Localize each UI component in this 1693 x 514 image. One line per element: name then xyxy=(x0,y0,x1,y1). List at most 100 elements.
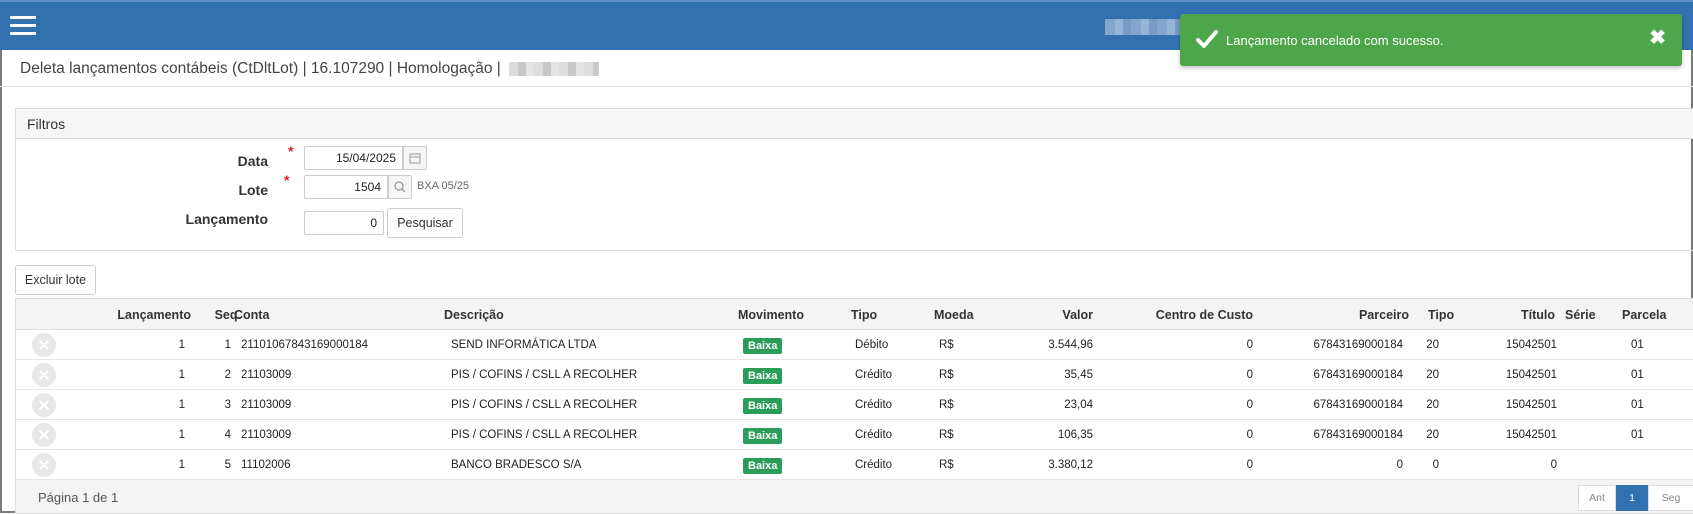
grid-footer: Página 1 de 1 Ant 1 Seg xyxy=(16,480,1693,514)
cell-tipo: Débito xyxy=(855,339,889,351)
hamburger-icon[interactable] xyxy=(10,16,38,38)
cell-titulo: 15042501 xyxy=(1505,399,1557,411)
success-toast: Lançamento cancelado com sucesso. ✖ xyxy=(1180,14,1682,66)
page-1-button[interactable]: 1 xyxy=(1616,485,1648,511)
delete-row-icon[interactable] xyxy=(32,333,56,357)
cell-seq: 1 xyxy=(224,339,231,351)
grid-header: Lançamento Seq. Conta Descrição Moviment… xyxy=(16,299,1693,330)
cell-tipo: Crédito xyxy=(855,429,893,441)
cell-titulo: 15042501 xyxy=(1505,339,1557,351)
col-tipo-parceiro: Tipo xyxy=(1428,308,1455,322)
delete-batch-button[interactable]: Excluir lote xyxy=(15,265,96,295)
required-mark: * xyxy=(288,143,294,159)
search-button[interactable]: Pesquisar xyxy=(387,208,463,238)
date-input[interactable] xyxy=(304,146,403,170)
col-tipo: Tipo xyxy=(851,308,878,322)
cell-seq: 2 xyxy=(224,369,231,381)
cell-parcela: 01 xyxy=(1631,339,1644,351)
col-conta: Conta xyxy=(234,308,270,322)
col-valor: Valor xyxy=(1062,308,1093,322)
cell-valor: 3.544,96 xyxy=(1048,339,1093,351)
cell-tipo-parceiro: 20 xyxy=(1426,429,1439,441)
table-row: 1 4 21103009 PIS / COFINS / CSLL A RECOL… xyxy=(16,420,1693,450)
cell-centro-custo: 0 xyxy=(1246,399,1253,411)
cell-centro-custo: 0 xyxy=(1246,459,1253,471)
cell-lancamento: 1 xyxy=(178,399,185,411)
cell-lancamento: 1 xyxy=(178,459,185,471)
cell-descricao: PIS / COFINS / CSLL A RECOLHER xyxy=(451,399,638,411)
cell-lancamento: 1 xyxy=(178,429,185,441)
filters-panel: Filtros xyxy=(15,108,1693,251)
cell-seq: 3 xyxy=(224,399,231,411)
table-row: 1 1 21101067843169000184 SEND INFORMÁTIC… xyxy=(16,330,1693,360)
col-movimento: Movimento xyxy=(738,308,804,322)
cell-tipo: Crédito xyxy=(855,369,893,381)
prev-page-button[interactable]: Ant xyxy=(1578,485,1616,511)
cell-parceiro: 0 xyxy=(1396,459,1403,471)
cell-descricao: SEND INFORMÁTICA LTDA xyxy=(451,339,597,351)
cell-parcela: 01 xyxy=(1631,429,1644,441)
close-icon[interactable]: ✖ xyxy=(1649,28,1666,48)
delete-row-icon[interactable] xyxy=(32,423,56,447)
page-title-text: Deleta lançamentos contábeis (CtDltLot) … xyxy=(20,60,501,77)
lancamento-input[interactable] xyxy=(304,211,384,235)
cell-tipo-parceiro: 20 xyxy=(1426,369,1439,381)
col-lancamento: Lançamento xyxy=(117,308,191,322)
cell-parceiro: 67843169000184 xyxy=(1313,369,1403,381)
toast-message: Lançamento cancelado com sucesso. xyxy=(1226,33,1444,48)
cell-conta: 21103009 xyxy=(241,399,292,411)
cell-parceiro: 67843169000184 xyxy=(1313,339,1403,351)
delete-row-icon[interactable] xyxy=(32,393,56,417)
cell-lancamento: 1 xyxy=(178,339,185,351)
delete-row-icon[interactable] xyxy=(32,453,56,477)
cell-tipo: Crédito xyxy=(855,459,893,471)
cell-moeda: R$ xyxy=(939,369,954,381)
page-info: Página 1 de 1 xyxy=(38,490,119,505)
col-moeda: Moeda xyxy=(934,308,974,322)
cell-parcela: 01 xyxy=(1631,399,1644,411)
cell-moeda: R$ xyxy=(939,429,954,441)
title-divider xyxy=(0,86,1693,87)
calendar-icon xyxy=(409,153,421,164)
cell-tipo-parceiro: 20 xyxy=(1426,339,1439,351)
lote-label: Lote xyxy=(238,182,268,198)
cell-valor: 23,04 xyxy=(1064,399,1093,411)
cell-seq: 5 xyxy=(224,459,231,471)
movement-badge: Baixa xyxy=(743,458,783,474)
search-icon xyxy=(394,181,406,193)
lote-input[interactable] xyxy=(304,175,388,199)
col-parcela: Parcela xyxy=(1622,308,1667,322)
required-mark: * xyxy=(284,172,290,188)
cell-conta: 21103009 xyxy=(241,369,292,381)
cell-conta: 11102006 xyxy=(241,459,291,471)
page-title: Deleta lançamentos contábeis (CtDltLot) … xyxy=(20,60,600,78)
cell-seq: 4 xyxy=(224,429,231,441)
filters-title: Filtros xyxy=(16,109,1693,139)
col-serie: Série xyxy=(1565,308,1596,322)
cell-valor: 106,35 xyxy=(1057,429,1093,441)
cell-centro-custo: 0 xyxy=(1246,339,1253,351)
data-label: Data xyxy=(237,153,268,169)
cell-valor: 3.380,12 xyxy=(1048,459,1093,471)
table-row: 1 2 21103009 PIS / COFINS / CSLL A RECOL… xyxy=(16,360,1693,390)
cell-titulo: 15042501 xyxy=(1505,429,1557,441)
cell-parcela: 01 xyxy=(1631,369,1644,381)
lancamento-label: Lançamento xyxy=(185,211,268,227)
movement-badge: Baixa xyxy=(743,428,783,444)
cell-conta: 21101067843169000184 xyxy=(241,339,369,351)
col-descricao: Descrição xyxy=(444,308,504,322)
cell-titulo: 15042501 xyxy=(1505,369,1557,381)
lote-search-button[interactable] xyxy=(388,175,412,199)
movement-badge: Baixa xyxy=(743,398,783,414)
delete-row-icon[interactable] xyxy=(32,363,56,387)
cell-moeda: R$ xyxy=(939,399,954,411)
table-row: 1 3 21103009 PIS / COFINS / CSLL A RECOL… xyxy=(16,390,1693,420)
cell-moeda: R$ xyxy=(939,339,954,351)
movement-badge: Baixa xyxy=(743,338,783,354)
calendar-button[interactable] xyxy=(403,146,427,170)
cell-lancamento: 1 xyxy=(178,369,185,381)
next-page-button[interactable]: Seg xyxy=(1648,485,1693,511)
cell-centro-custo: 0 xyxy=(1246,429,1253,441)
cell-parceiro: 67843169000184 xyxy=(1313,429,1403,441)
lote-hint: BXA 05/25 xyxy=(417,180,469,192)
